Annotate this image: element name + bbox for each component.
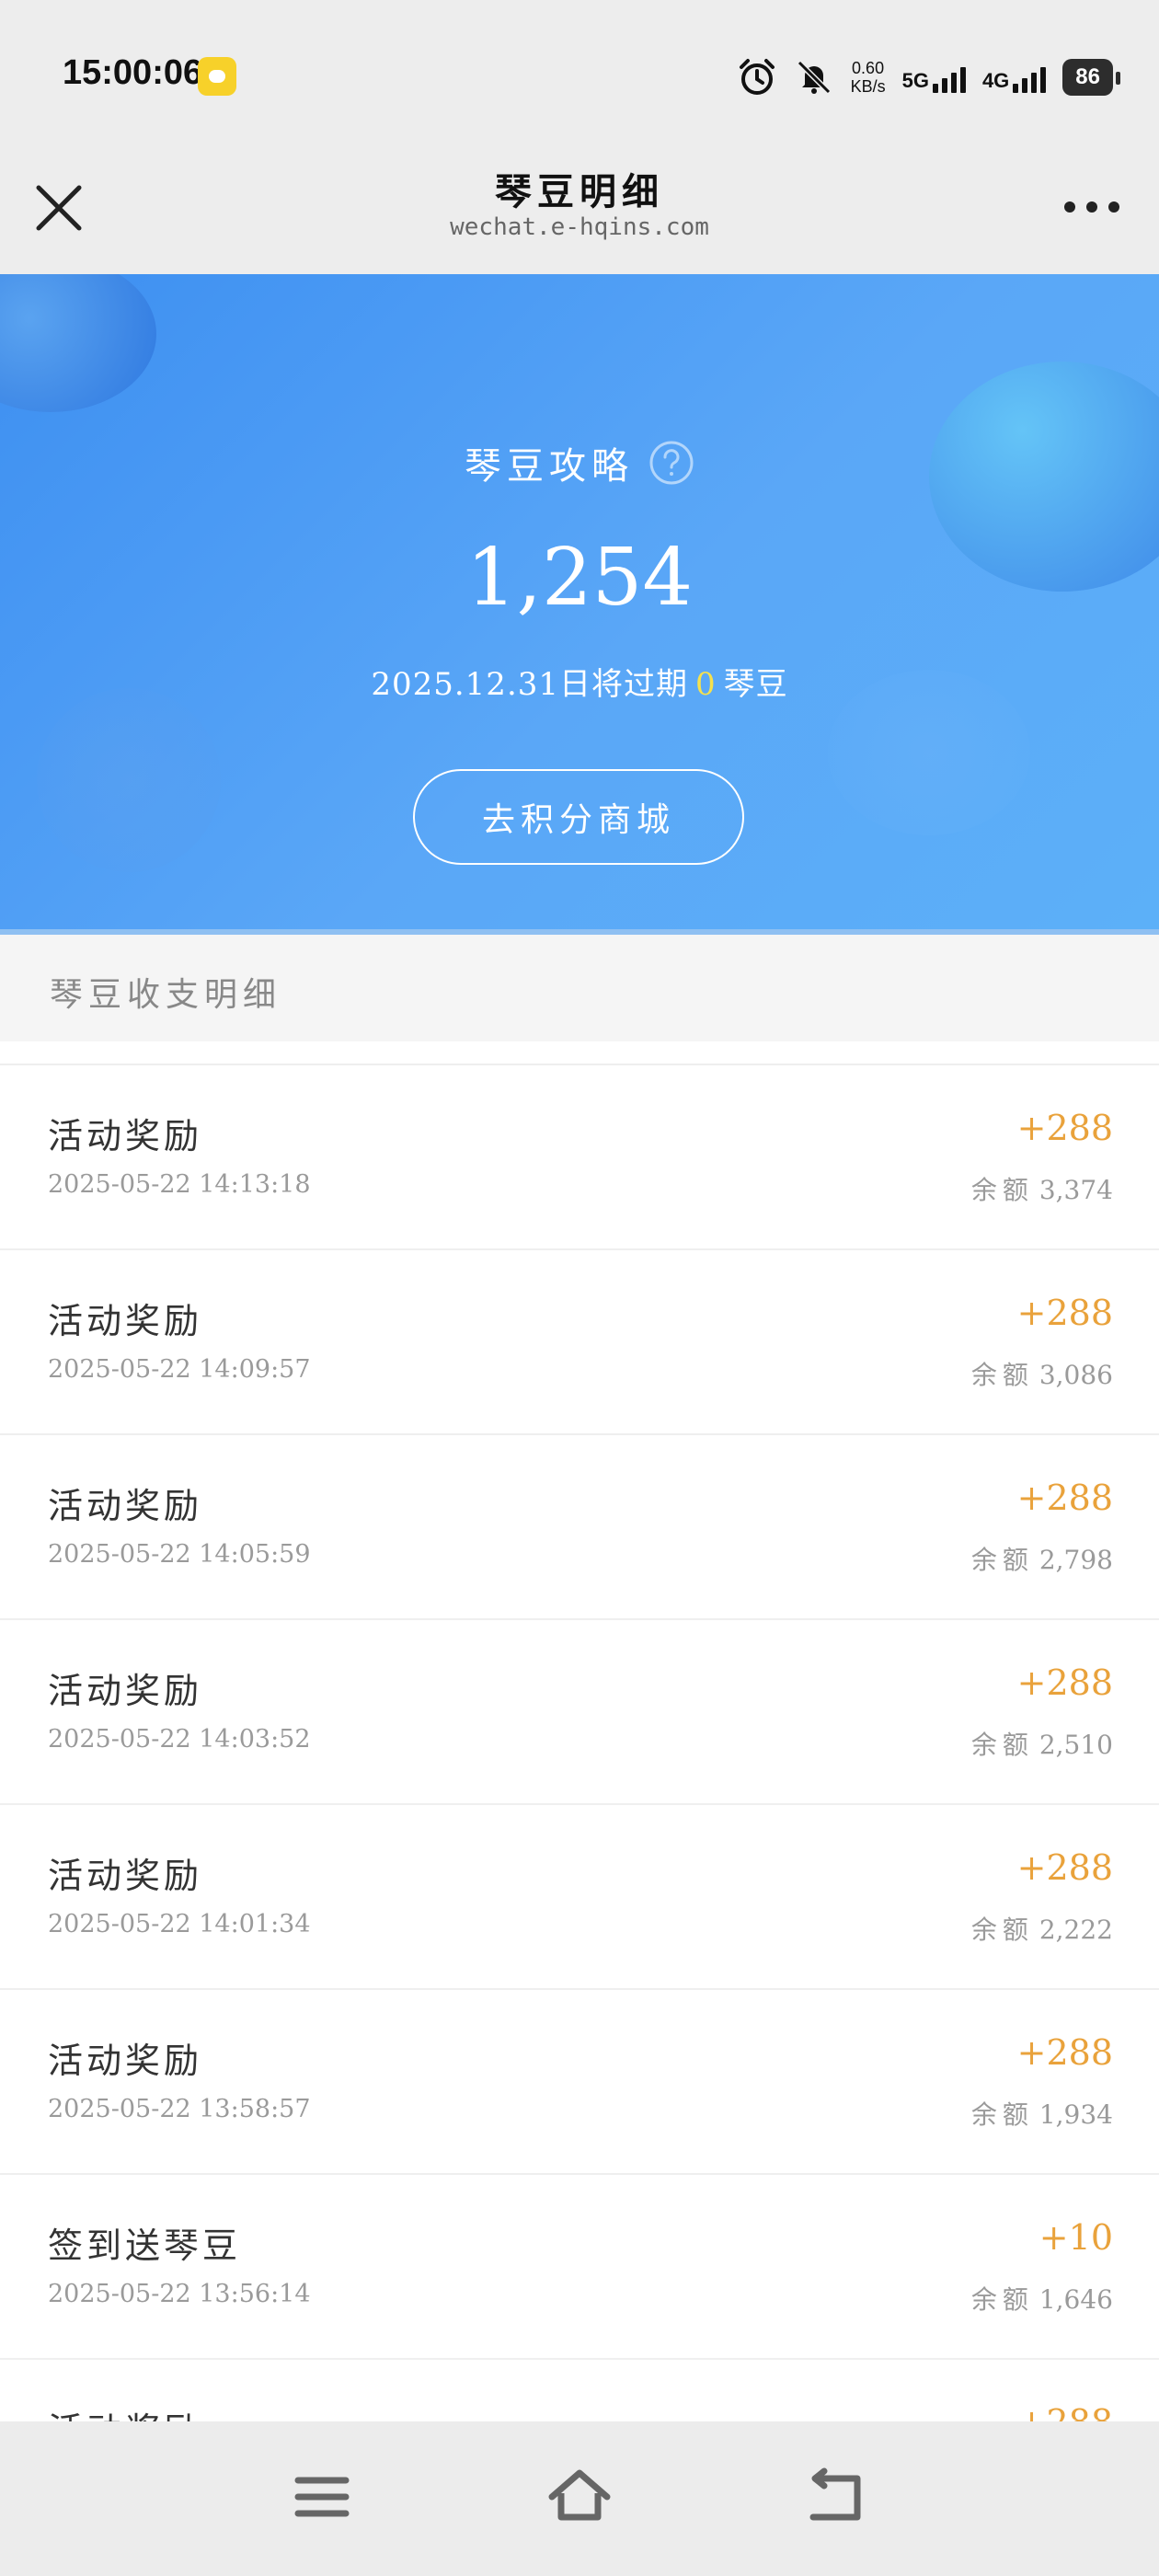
decor-bubble [37, 688, 221, 872]
list-item: 活动奖励 2025-05-22 14:01:34 +288 余额 2,222 [0, 1805, 1159, 1990]
signal-4g: 4G [982, 62, 1047, 93]
signal-bars-icon [1013, 62, 1047, 93]
back-icon[interactable] [800, 2460, 874, 2534]
record-balance: 余额 2,798 [970, 1545, 1113, 1575]
record-time: 2025-05-22 14:09:57 [48, 1355, 311, 1384]
record-balance: 余额 1,934 [970, 2099, 1113, 2130]
network-speed: 0.60 KB/s [850, 59, 886, 96]
record-title: 活动奖励 [48, 1486, 203, 1526]
bean-balance: 1,254 [465, 532, 694, 624]
alarm-icon [739, 59, 775, 95]
list-item: 活动奖励 2025-05-22 14:09:57 +288 余额 3,086 [0, 1250, 1159, 1435]
record-amount: +288 [1016, 1293, 1113, 1333]
record-amount: +288 [1016, 1662, 1113, 1703]
app-notification-icon [198, 57, 236, 96]
list-item: 活动奖励 2025-05-22 14:03:52 +288 余额 2,510 [0, 1620, 1159, 1805]
record-time: 2025-05-22 14:03:52 [48, 1725, 311, 1754]
list-item: 活动奖励 2025-05-22 14:05:59 +288 余额 2,798 [0, 1435, 1159, 1620]
record-amount: +288 [1016, 2032, 1113, 2073]
signal-5g: 5G [902, 62, 966, 93]
status-bar: 15:00:06 0.60 KB/s 5G 4G 86 [0, 0, 1159, 155]
record-balance: 余额 3,086 [970, 1360, 1113, 1390]
list-item: 活动奖励 2025-05-22 14:13:18 +288 余额 3,374 [0, 1065, 1159, 1250]
decor-bubble [0, 274, 156, 412]
record-title: 活动奖励 [48, 1301, 203, 1341]
nav-header: 琴豆明细 wechat.e-hqins.com [0, 155, 1159, 274]
record-title: 活动奖励 [48, 1116, 203, 1156]
help-icon[interactable] [648, 440, 694, 486]
battery-indicator: 86 [1062, 59, 1120, 96]
menu-icon[interactable] [285, 2460, 359, 2534]
record-time: 2025-05-22 13:58:57 [48, 2095, 311, 2123]
status-icons: 0.60 KB/s 5G 4G 86 [737, 52, 1120, 103]
record-title: 活动奖励 [48, 2041, 203, 2081]
points-mall-button[interactable]: 去积分商城 [413, 769, 744, 865]
mute-bell-icon [797, 60, 831, 95]
record-amount: +288 [1016, 1847, 1113, 1888]
record-balance: 余额 2,222 [970, 1915, 1113, 1945]
signal-bars-icon [932, 62, 966, 93]
records-list: 活动奖励 2025-05-22 14:13:18 +288 余额 3,374 活动… [0, 1065, 1159, 2545]
more-icon[interactable] [1061, 193, 1122, 221]
guide-link[interactable]: 琴豆攻略 [0, 436, 1159, 489]
record-balance: 余额 1,646 [970, 2284, 1113, 2315]
record-title: 签到送琴豆 [48, 2225, 242, 2266]
system-nav-bar [0, 2421, 1159, 2576]
list-item: 活动奖励 2025-05-22 13:58:57 +288 余额 1,934 [0, 1990, 1159, 2175]
record-amount: +10 [1039, 2217, 1113, 2258]
record-amount: +288 [1016, 1108, 1113, 1148]
list-item: 签到送琴豆 2025-05-22 13:56:14 +10 余额 1,646 [0, 2175, 1159, 2360]
record-time: 2025-05-22 14:13:18 [48, 1170, 311, 1199]
section-header: 琴豆收支明细 [0, 929, 1159, 1041]
expire-notice: 2025.12.31日将过期 0 琴豆 [371, 666, 788, 703]
record-amount: +288 [1016, 1478, 1113, 1518]
guide-label: 琴豆攻略 [465, 445, 634, 488]
record-time: 2025-05-22 13:56:14 [48, 2280, 311, 2308]
status-time: 15:00:06 [63, 53, 203, 92]
record-title: 活动奖励 [48, 1671, 203, 1711]
record-title: 活动奖励 [48, 1856, 203, 1896]
balance-hero: 琴豆攻略 1,254 2025.12.31日将过期 0 琴豆 去积分商城 [0, 274, 1159, 929]
page-title: 琴豆明细 [495, 170, 664, 213]
section-title: 琴豆收支明细 [50, 976, 282, 1014]
home-icon[interactable] [543, 2460, 616, 2534]
record-time: 2025-05-22 14:05:59 [48, 1540, 311, 1569]
record-time: 2025-05-22 14:01:34 [48, 1910, 311, 1938]
record-balance: 余额 2,510 [970, 1730, 1113, 1760]
page-domain: wechat.e-hqins.com [450, 213, 709, 241]
expire-amount: 0 [695, 666, 717, 703]
record-balance: 余额 3,374 [970, 1175, 1113, 1205]
